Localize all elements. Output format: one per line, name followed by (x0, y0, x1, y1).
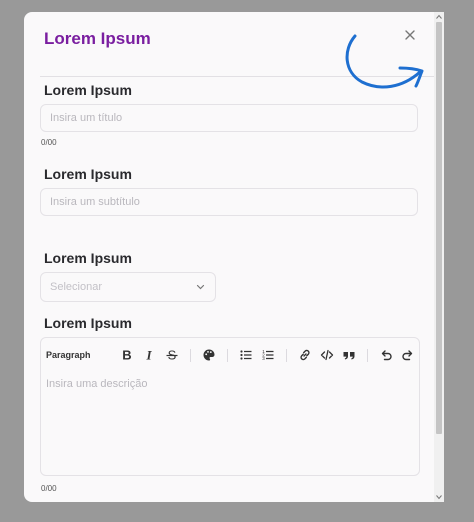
ordered-list-icon: 123 (262, 349, 274, 361)
redo-icon (402, 350, 413, 361)
text-color-button[interactable] (201, 347, 217, 363)
scroll-down-arrow-icon[interactable] (436, 494, 442, 500)
strikethrough-icon: S (166, 348, 178, 362)
description-counter: 0/00 (41, 484, 57, 493)
bullet-list-button[interactable] (238, 347, 254, 363)
link-button[interactable] (297, 347, 313, 363)
close-icon[interactable] (402, 27, 418, 43)
toolbar-separator (367, 349, 368, 362)
toolbar-separator (286, 349, 287, 362)
bold-icon: B (122, 348, 131, 362)
bullet-list-icon (240, 350, 252, 360)
description-label: Lorem Ipsum (44, 315, 132, 331)
italic-button[interactable]: I (141, 347, 157, 363)
svg-text:I: I (145, 348, 152, 362)
code-button[interactable] (319, 347, 335, 363)
undo-button[interactable] (378, 347, 394, 363)
quote-button[interactable] (341, 347, 357, 363)
toolbar-separator (190, 349, 191, 362)
toolbar-separator (227, 349, 228, 362)
redo-button[interactable] (400, 347, 416, 363)
scroll-up-arrow-icon[interactable] (436, 14, 442, 20)
select-placeholder: Selecionar (50, 281, 102, 293)
strikethrough-button[interactable]: S (164, 347, 180, 363)
modal-scrollbar[interactable] (434, 12, 444, 502)
header-divider (40, 76, 434, 77)
svg-text:3: 3 (262, 356, 265, 361)
paragraph-style-dropdown[interactable]: Paragraph (46, 350, 91, 360)
chevron-down-icon (196, 284, 205, 290)
subtitle-input[interactable] (40, 188, 418, 216)
description-placeholder: Insira uma descrição (46, 378, 148, 390)
close-button[interactable] (402, 27, 418, 43)
editor-toolbar: Paragraph B I S 123 (41, 338, 419, 372)
subtitle-label: Lorem Ipsum (44, 166, 132, 182)
title-label: Lorem Ipsum (44, 82, 132, 98)
description-editor[interactable]: Paragraph B I S 123 (40, 337, 420, 476)
italic-icon: I (145, 348, 152, 362)
palette-icon (203, 349, 215, 361)
ordered-list-button[interactable]: 123 (260, 347, 276, 363)
title-input[interactable] (40, 104, 418, 132)
svg-text:B: B (122, 348, 131, 362)
bold-button[interactable]: B (119, 347, 135, 363)
select-label: Lorem Ipsum (44, 250, 132, 266)
category-select[interactable]: Selecionar (40, 272, 216, 302)
modal-dialog: Lorem Ipsum Lorem Ipsum 0/00 Lorem Ipsum… (24, 12, 444, 502)
undo-icon (381, 350, 392, 361)
code-icon (320, 349, 334, 361)
title-counter: 0/00 (41, 138, 57, 147)
quote-icon (343, 352, 355, 360)
scrollbar-thumb[interactable] (436, 22, 442, 434)
link-icon (300, 349, 310, 361)
modal-title: Lorem Ipsum (44, 29, 151, 48)
